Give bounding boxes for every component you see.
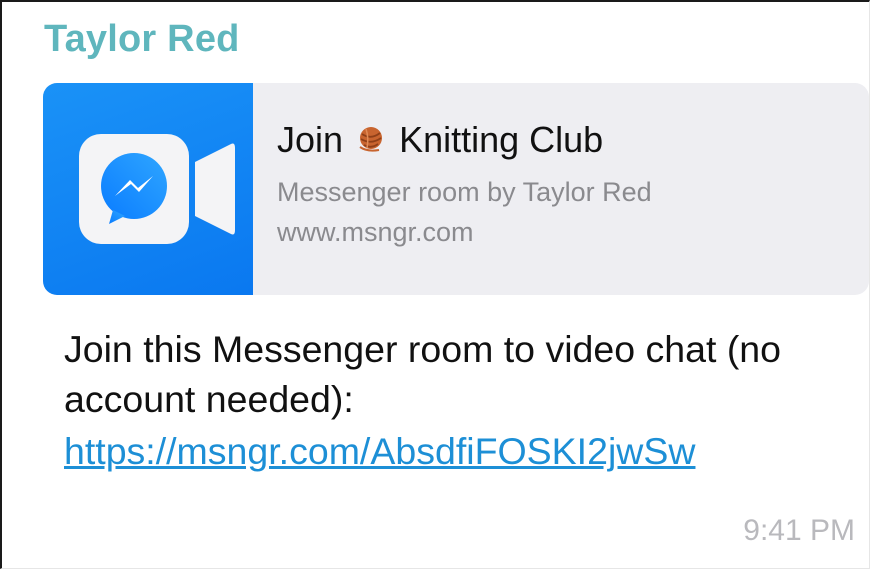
title-prefix: Join (277, 119, 344, 160)
title-suffix: Knitting Club (399, 119, 604, 160)
link-preview-thumbnail (43, 83, 253, 295)
yarn-icon (359, 127, 383, 153)
message-timestamp: 9:41 PM (743, 514, 855, 547)
link-preview-subtitle: Messenger room by Taylor Red (277, 177, 652, 207)
sender-name: Taylor Red (44, 18, 240, 60)
message-body: Join this Messenger room to video chat (… (64, 328, 782, 420)
message-container: Taylor Red Join Knitting Club Messenger … (0, 0, 870, 569)
messenger-video-icon (79, 134, 235, 244)
link-preview-title: Join Knitting Club (277, 119, 603, 161)
link-preview-card[interactable]: Join Knitting Club Messenger room by Tay… (43, 83, 869, 295)
room-link[interactable]: https://msngr.com/AbsdfiFOSKI2jwSw (64, 426, 695, 476)
link-preview-domain: www.msngr.com (277, 217, 474, 247)
